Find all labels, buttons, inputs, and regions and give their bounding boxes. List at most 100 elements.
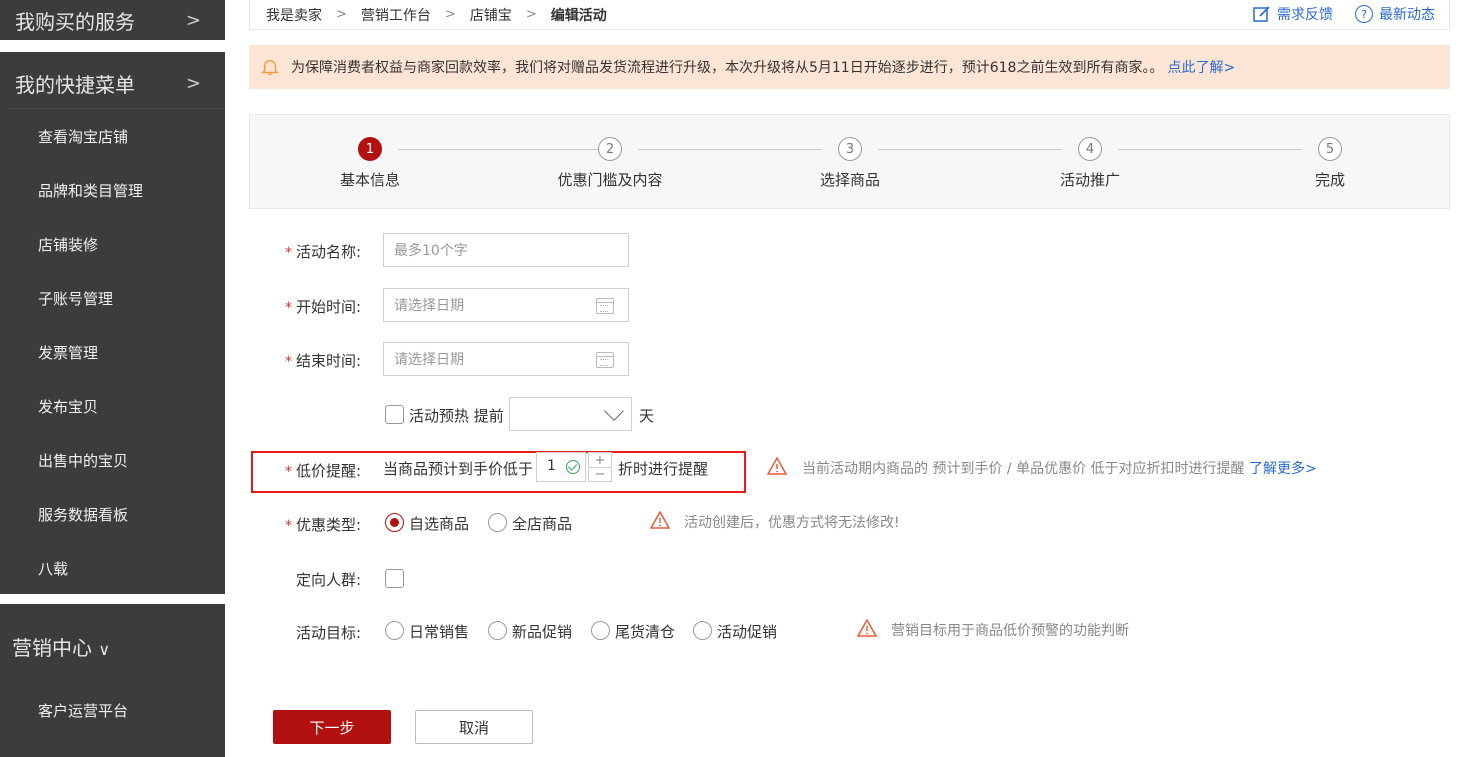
goal-radio[interactable] <box>693 621 712 640</box>
edit-icon <box>1253 6 1270 22</box>
hint-text: 当前活动期内商品的 预计到手价 / 单品优惠价 低于对应折扣时进行提醒 <box>802 461 1245 477</box>
sidebar-item[interactable]: 出售中的宝贝 <box>38 450 128 471</box>
calendar-icon[interactable] <box>596 352 614 368</box>
step-3: 3 选择商品 <box>780 137 920 190</box>
type-radio-custom[interactable] <box>385 513 404 532</box>
breadcrumb-separator: > <box>336 7 347 22</box>
breadcrumb-item[interactable]: 营销工作台 <box>361 5 431 25</box>
discount-value: 1 <box>547 458 556 474</box>
sidebar-section-label: 我的快捷菜单 <box>15 72 135 97</box>
discount-input[interactable]: 1 <box>536 452 586 482</box>
step-number: 4 <box>1078 137 1102 161</box>
sidebar-item[interactable]: 八载 <box>38 558 68 579</box>
step-2: 2 优惠门槛及内容 <box>540 137 680 190</box>
goal-hint: 营销目标用于商品低价预警的功能判断 <box>891 623 1129 639</box>
warning-icon <box>857 619 877 637</box>
type-radio-all[interactable] <box>488 513 507 532</box>
placeholder: 最多10个字 <box>394 243 468 259</box>
preheat-unit: 天 <box>639 407 655 425</box>
preheat-days-select[interactable] <box>509 397 632 431</box>
feedback-link[interactable]: 需求反馈 <box>1253 4 1333 24</box>
breadcrumb: 我是卖家 > 营销工作台 > 店铺宝 > 编辑活动 需求反馈 ? 最新动态 <box>249 0 1450 30</box>
sidebar-item[interactable]: 发布宝贝 <box>38 396 98 417</box>
goal-radio[interactable] <box>488 621 507 640</box>
discount-stepper: + − <box>588 452 612 482</box>
step-number: 2 <box>598 137 622 161</box>
placeholder: 请选择日期 <box>394 352 464 368</box>
learn-more-link[interactable]: 了解更多> <box>1249 461 1317 477</box>
sidebar-item[interactable]: 查看淘宝店铺 <box>38 126 128 147</box>
step-5: 5 完成 <box>1260 137 1400 190</box>
type-option-label: 全店商品 <box>512 515 573 533</box>
step-1: 1 基本信息 <box>300 137 440 190</box>
step-label: 基本信息 <box>339 171 400 189</box>
label-text: 定向人群: <box>295 571 361 589</box>
breadcrumb-item[interactable]: 店铺宝 <box>470 5 512 25</box>
goal-option-label: 尾货清仓 <box>615 623 676 641</box>
activity-name-input[interactable]: 最多10个字 <box>383 233 629 267</box>
required-mark: * <box>284 300 292 316</box>
sidebar-item[interactable]: 发票管理 <box>38 342 98 363</box>
sidebar-section-purchased[interactable]: 我购买的服务 > <box>0 0 225 49</box>
audience-label: 定向人群: <box>249 569 361 590</box>
goal-option-label: 新品促销 <box>512 623 573 641</box>
sidebar-item[interactable]: 子账号管理 <box>38 288 113 309</box>
preheat-checkbox[interactable] <box>385 405 404 424</box>
chevron-right-icon: > <box>185 72 201 94</box>
news-link[interactable]: ? 最新动态 <box>1355 4 1435 24</box>
low-price-text-after: 折时进行提醒 <box>618 460 709 478</box>
step-label: 活动推广 <box>1059 171 1120 189</box>
audience-checkbox[interactable] <box>385 569 404 588</box>
news-label: 最新动态 <box>1379 7 1435 23</box>
label-text: 开始时间: <box>295 298 361 316</box>
sidebar-item[interactable]: 店铺装修 <box>38 234 98 255</box>
goal-radio[interactable] <box>385 621 404 640</box>
start-date-input[interactable]: 请选择日期 <box>383 288 629 322</box>
sidebar-section-shortcuts[interactable]: 我的快捷菜单 > <box>0 54 225 112</box>
end-time-label: * 结束时间: <box>249 350 361 371</box>
end-date-input[interactable]: 请选择日期 <box>383 342 629 376</box>
help-icon: ? <box>1355 5 1373 23</box>
sidebar: 我购买的服务 > 我的快捷菜单 > 查看淘宝店铺 品牌和类目管理 店铺装修 子账… <box>0 0 225 757</box>
activity-name-label: * 活动名称: <box>249 241 361 262</box>
label-text: 活动目标: <box>295 624 361 642</box>
placeholder: 请选择日期 <box>394 298 464 314</box>
sidebar-item[interactable]: 服务数据看板 <box>38 504 128 525</box>
chevron-down-icon <box>604 401 624 421</box>
low-price-label: * 低价提醒: <box>249 460 361 481</box>
goal-label: 活动目标: <box>249 622 361 643</box>
required-mark: * <box>284 354 292 370</box>
calendar-icon[interactable] <box>596 298 614 314</box>
increment-button[interactable]: + <box>589 453 611 467</box>
required-mark: * <box>284 245 292 261</box>
start-time-label: * 开始时间: <box>249 296 361 317</box>
breadcrumb-item[interactable]: 我是卖家 <box>266 5 322 25</box>
sidebar-item[interactable]: 品牌和类目管理 <box>38 180 143 201</box>
feedback-label: 需求反馈 <box>1277 7 1333 23</box>
goal-radio[interactable] <box>591 621 610 640</box>
sidebar-section-label: 我购买的服务 <box>15 9 135 34</box>
divider <box>8 108 225 109</box>
warning-icon <box>650 511 670 529</box>
next-button[interactable]: 下一步 <box>273 710 391 744</box>
step-number: 3 <box>838 137 862 161</box>
breadcrumb-current: 编辑活动 <box>550 7 607 24</box>
warning-icon <box>767 457 787 475</box>
sidebar-block-shortcuts: 我的快捷菜单 > 查看淘宝店铺 品牌和类目管理 店铺装修 子账号管理 发票管理 … <box>0 52 225 594</box>
step-number: 5 <box>1318 137 1342 161</box>
decrement-button[interactable]: − <box>589 467 611 481</box>
step-label: 优惠门槛及内容 <box>557 171 663 189</box>
step-4: 4 活动推广 <box>1020 137 1160 190</box>
sidebar-item[interactable]: 客户运营平台 <box>38 700 128 721</box>
chevron-down-icon: ∨ <box>98 640 111 659</box>
notice-link[interactable]: 点此了解> <box>1167 57 1235 77</box>
bell-icon <box>261 60 279 75</box>
notice-banner: 为保障消费者权益与商家回款效率，我们将对赠品发货流程进行升级，本次升级将从5月1… <box>249 45 1450 89</box>
sidebar-section-label: 营销中心 <box>12 636 92 660</box>
cancel-button[interactable]: 取消 <box>415 710 533 744</box>
chevron-right-icon: > <box>185 9 201 31</box>
label-text: 低价提醒: <box>295 462 361 480</box>
goal-option-label: 日常销售 <box>409 623 470 641</box>
sidebar-section-marketing[interactable]: 营销中心 ∨ <box>12 632 110 661</box>
breadcrumb-separator: > <box>525 7 537 22</box>
